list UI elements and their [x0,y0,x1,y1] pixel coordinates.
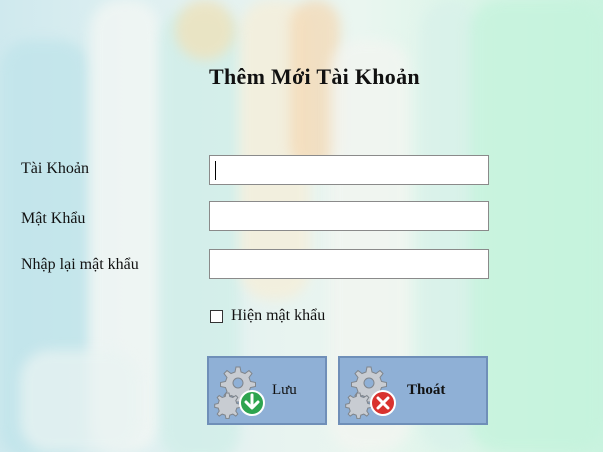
gear-exit-icon [345,363,401,419]
text-caret [215,161,216,180]
gear-save-icon [214,363,270,419]
show-password-label: Hiện mật khẩu [231,307,326,324]
confirm-password-input[interactable] [209,249,489,279]
username-input[interactable] [209,155,489,185]
username-label: Tài Khoản [21,160,89,177]
exit-button[interactable]: Thoát [338,356,488,425]
page-title: Thêm Mới Tài Khoản [209,64,420,89]
show-password-toggle[interactable]: Hiện mật khẩu [210,307,325,325]
save-button[interactable]: Lưu [207,356,327,425]
save-button-label: Lưu [272,382,297,398]
show-password-checkbox[interactable] [210,309,223,323]
exit-button-label: Thoát [407,382,446,398]
password-input[interactable] [209,201,489,231]
password-label: Mật Khẩu [21,210,86,227]
confirm-password-label: Nhập lại mật khẩu [21,256,139,273]
